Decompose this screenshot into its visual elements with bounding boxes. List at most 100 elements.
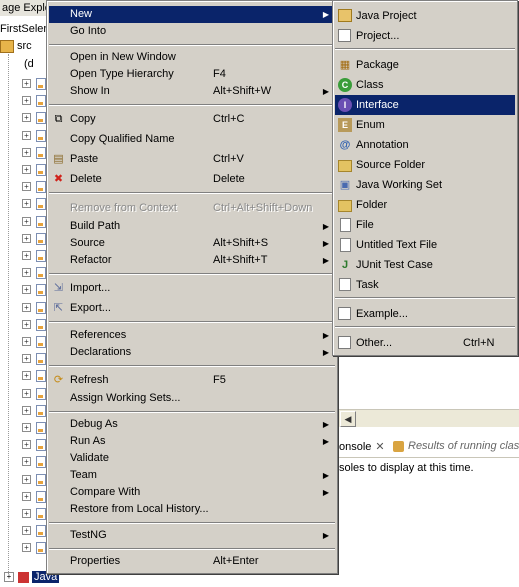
tab-results[interactable]: Results of running clas [393,440,519,452]
menu-item-open-type-hierarchy[interactable]: Open Type Hierarchy F4 [49,66,335,83]
screen: age Explo FirstSeler src (d + + + + + + + + + + + +… [0,0,519,587]
menu-item-import[interactable]: ⇲ Import... [49,280,335,297]
expand-icon[interactable]: + [22,199,31,209]
menu-item-label: TestNG [70,529,107,541]
expand-icon[interactable]: + [22,285,31,295]
expand-icon[interactable]: + [22,388,31,398]
expand-icon[interactable]: + [22,251,31,260]
expand-icon[interactable]: + [22,526,31,536]
shortcut-label: Ctrl+V [213,153,244,165]
scroll-left-icon[interactable]: ◀ [340,411,356,427]
menu-item-compare-with[interactable]: Compare With ▶ [49,484,335,501]
submenu-arrow-icon: ▶ [322,331,329,340]
expand-icon[interactable]: + [22,405,31,415]
expand-icon[interactable]: + [22,96,31,106]
menu-item-export[interactable]: ⇱ Export... [49,300,335,317]
menu-item-run-as[interactable]: Run As ▶ [49,433,335,450]
src-node[interactable]: src [0,38,32,54]
expand-icon[interactable]: + [22,371,31,381]
expand-icon[interactable]: + [22,457,31,467]
submenu-item-java-project[interactable]: Java Project [335,6,515,26]
menu-item-assign-working-sets[interactable]: Assign Working Sets... [49,390,335,407]
menu-item-declarations[interactable]: Declarations ▶ [49,344,335,361]
expand-icon[interactable]: + [22,147,31,157]
horizontal-scrollbar[interactable]: ◀ [339,409,519,427]
expand-icon[interactable]: + [22,543,31,553]
submenu-item-package[interactable]: ▦ Package [335,55,515,75]
java-file-icon [36,301,46,314]
submenu-item-file[interactable]: File [335,215,515,235]
submenu-arrow-icon: ▶ [322,471,329,480]
expand-icon[interactable]: + [22,319,31,329]
expand-icon[interactable]: + [22,182,31,192]
expand-icon[interactable]: + [4,572,14,583]
expand-icon[interactable]: + [22,268,31,278]
submenu-item-label: Task [356,279,379,291]
expand-icon[interactable]: + [22,423,31,432]
expand-icon[interactable]: + [22,165,31,174]
expand-icon[interactable]: + [22,302,31,312]
menu-item-references[interactable]: References ▶ [49,327,335,344]
submenu-item-interface[interactable]: I Interface [335,95,515,115]
new-submenu: Java Project Project... ▦ Package C Clas… [332,0,518,356]
menu-item-refresh[interactable]: ⟳ Refresh F5 [49,372,335,389]
menu-item-build-path[interactable]: Build Path ▶ [49,218,335,235]
menu-item-show-in[interactable]: Show In Alt+Shift+W ▶ [49,83,335,100]
shortcut-label: Alt+Enter [213,555,259,567]
menu-item-go-into[interactable]: Go Into [49,23,335,40]
menu-item-label: Validate [70,452,109,464]
menu-item-restore-local-history[interactable]: Restore from Local History... [49,501,335,518]
menu-item-refactor[interactable]: Refactor Alt+Shift+T ▶ [49,252,335,269]
submenu-item-other[interactable]: Other... Ctrl+N [335,333,515,353]
submenu-item-junit-test-case[interactable]: J JUnit Test Case [335,255,515,275]
submenu-item-task[interactable]: Task [335,275,515,295]
java-file-icon [36,387,46,400]
submenu-item-folder[interactable]: Folder [335,195,515,215]
menu-item-testng[interactable]: TestNG ▶ [49,527,335,544]
menu-item-properties[interactable]: Properties Alt+Enter [49,553,335,570]
menu-item-source[interactable]: Source Alt+Shift+S ▶ [49,235,335,252]
menu-item-debug-as[interactable]: Debug As ▶ [49,416,335,433]
submenu-item-source-folder[interactable]: Source Folder [335,155,515,175]
java-file-icon [36,336,46,348]
expand-icon[interactable]: + [22,233,31,243]
submenu-item-enum[interactable]: E Enum [335,115,515,135]
expand-icon[interactable]: + [22,216,31,226]
menu-item-delete[interactable]: ✖ Delete Delete [49,171,335,188]
menu-item-team[interactable]: Team ▶ [49,467,335,484]
expand-icon[interactable]: + [22,354,31,364]
submenu-item-class[interactable]: C Class [335,75,515,95]
expand-icon[interactable]: + [22,130,31,140]
menu-item-paste[interactable]: ▤ Paste Ctrl+V [49,151,335,168]
submenu-item-example[interactable]: Example... [335,304,515,324]
expand-icon[interactable]: + [22,491,31,501]
expand-icon[interactable]: + [22,79,31,88]
submenu-item-project[interactable]: Project... [335,26,515,46]
tab-console[interactable]: onsole ✕ [339,440,385,453]
submenu-item-java-working-set[interactable]: ▣ Java Working Set [335,175,515,195]
menu-item-validate[interactable]: Validate [49,450,335,467]
expand-icon[interactable]: + [22,440,31,450]
expand-icon[interactable]: + [22,337,31,346]
menu-separator [335,326,515,328]
shortcut-label: Alt+Shift+W [213,85,272,97]
submenu-item-label: Interface [356,99,399,111]
submenu-arrow-icon: ▶ [322,437,329,446]
menu-item-copy[interactable]: ⧉ Copy Ctrl+C [49,111,335,128]
menu-separator [335,297,515,299]
expand-icon[interactable]: + [22,474,31,484]
close-icon[interactable]: ✕ [375,440,384,453]
package-node[interactable]: (d [24,56,34,72]
expand-icon[interactable]: + [22,113,31,123]
submenu-arrow-icon: ▶ [322,531,329,540]
expand-icon[interactable]: + [22,509,31,518]
menu-item-new[interactable]: New ▶ [49,6,335,23]
tab-console-label: onsole [339,441,372,453]
submenu-item-annotation[interactable]: @ Annotation [335,135,515,155]
menu-item-copy-qualified-name[interactable]: Copy Qualified Name [49,131,335,148]
java-project-icon [338,9,352,22]
shortcut-label: F4 [213,68,226,80]
shortcut-label: Alt+Shift+T [213,254,268,266]
submenu-item-untitled-text-file[interactable]: Untitled Text File [335,235,515,255]
menu-item-open-new-window[interactable]: Open in New Window [49,49,335,66]
